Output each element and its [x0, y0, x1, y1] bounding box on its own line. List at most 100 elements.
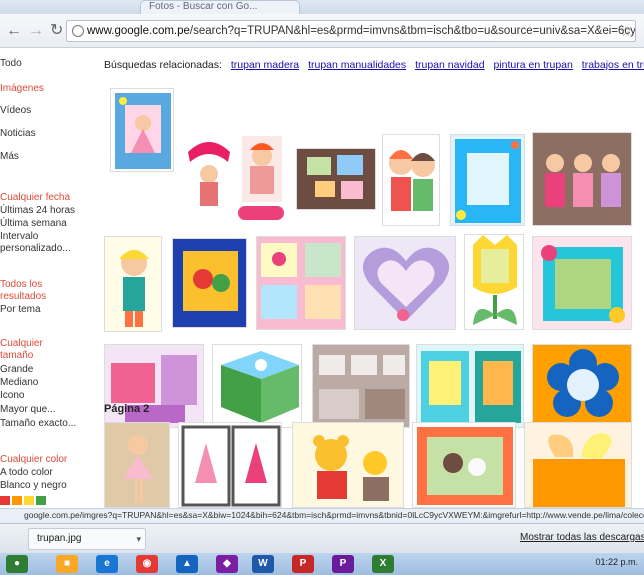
pink-dolls-image	[533, 133, 631, 225]
show-all-downloads-link[interactable]: Mostrar todas las descargas...	[520, 532, 644, 543]
filter-blanco-negro[interactable]: Blanco y negro	[0, 480, 67, 492]
animal-frames-image	[421, 351, 521, 423]
image-result[interactable]	[412, 422, 516, 508]
taskbar-clock: 01:22 p.m.	[595, 557, 638, 567]
reload-icon[interactable]: ↻	[50, 22, 63, 40]
app-icon[interactable]: ◆	[216, 555, 238, 573]
butterfly-box-image	[533, 433, 625, 507]
nav-todo[interactable]: Todo	[0, 58, 22, 70]
related-link-manualidades[interactable]: trupan manualidades	[308, 59, 406, 71]
filter-por-tema[interactable]: Por tema	[0, 304, 41, 316]
color-swatch-red[interactable]	[0, 496, 10, 505]
image-result[interactable]	[104, 236, 162, 332]
filter-resultados-heading-1[interactable]: Todos los	[0, 279, 42, 291]
related-link-trabajos[interactable]: trabajos en trupan	[582, 59, 644, 71]
folder-icon[interactable]: ■	[56, 555, 78, 573]
image-result[interactable]	[464, 234, 524, 330]
image-result[interactable]	[450, 134, 525, 226]
image-result[interactable]	[110, 88, 174, 172]
address-bar[interactable]: www.google.com.pe/search?q=TRUPAN&hl=es&…	[66, 20, 636, 42]
nav-noticias[interactable]: Noticias	[0, 128, 36, 140]
filter-color-heading[interactable]: Cualquier color	[0, 454, 67, 466]
image-result[interactable]	[296, 148, 376, 210]
color-swatches	[0, 496, 48, 508]
filter-mediano[interactable]: Mediano	[0, 377, 38, 389]
powerpoint-icon[interactable]: P	[292, 555, 314, 573]
image-result[interactable]	[104, 422, 170, 508]
filter-personalizado[interactable]: personalizado...	[0, 243, 71, 255]
filter-tamano-heading-2[interactable]: tamaño	[0, 350, 33, 362]
cat-box-image	[221, 351, 299, 423]
color-swatch-green[interactable]	[36, 496, 46, 505]
filter-tamano-exacto[interactable]: Tamaño exacto...	[0, 418, 76, 430]
ie-icon[interactable]: e	[96, 555, 118, 573]
doll-figure-image	[119, 250, 149, 327]
tulip-frame-image	[473, 235, 517, 325]
image-result[interactable]	[532, 344, 632, 428]
image-result[interactable]	[104, 344, 204, 428]
word-icon[interactable]: W	[252, 555, 274, 573]
dress-frames-image	[181, 425, 281, 507]
globe-icon	[72, 25, 84, 37]
related-searches: Búsquedas relacionadas: trupan madera tr…	[104, 59, 644, 71]
publisher-icon[interactable]: P	[332, 555, 354, 573]
pink-boxes-image	[111, 355, 197, 423]
forward-icon[interactable]: →	[28, 22, 44, 40]
filter-intervalo[interactable]: Intervalo	[0, 231, 38, 243]
filter-icono[interactable]: Icono	[0, 390, 24, 402]
download-bar: trupan.jpg ▾ Mostrar todas las descargas…	[0, 523, 644, 553]
related-label: Búsquedas relacionadas:	[104, 59, 222, 71]
image-result[interactable]	[212, 344, 302, 428]
nav-mas[interactable]: Más	[0, 151, 19, 163]
chrome-icon[interactable]: ◉	[136, 555, 158, 573]
url-host: www.google.com.pe	[87, 25, 190, 37]
page-2-heading: Página 2	[104, 403, 150, 415]
related-link-madera[interactable]: trupan madera	[231, 59, 299, 71]
download-item[interactable]: trupan.jpg ▾	[28, 528, 146, 550]
related-link-navidad[interactable]: trupan navidad	[415, 59, 484, 71]
image-result[interactable]	[532, 236, 632, 330]
image-result[interactable]	[312, 344, 410, 428]
boxes-table-image	[297, 149, 375, 209]
image-result[interactable]	[524, 422, 632, 508]
flower-frame-image	[541, 245, 625, 323]
name-plaques-image	[188, 136, 284, 220]
url-path: /search?q=TRUPAN&hl=es&prmd=imvns&tbm=is…	[189, 25, 636, 37]
download-filename: trupan.jpg	[37, 533, 82, 544]
image-result[interactable]	[416, 344, 524, 428]
status-bar-url: google.com.pe/imgres?q=TRUPAN&hl=es&sa=X…	[0, 508, 644, 523]
color-swatch-orange[interactable]	[12, 496, 22, 505]
filter-resultados-heading-2[interactable]: resultados	[0, 291, 46, 303]
image-result[interactable]	[172, 238, 247, 328]
ballerina-image	[123, 435, 153, 503]
filter-todo-color[interactable]: A todo color	[0, 467, 53, 479]
heart-frame-image	[362, 247, 450, 321]
bookmark-star-icon[interactable]: ☆	[619, 21, 632, 41]
fairy-frame-image	[115, 93, 171, 169]
image-result[interactable]	[382, 134, 440, 226]
browser-tab[interactable]: Fotos - Buscar con Go...	[140, 0, 300, 14]
winnie-pooh-image	[313, 435, 389, 501]
filter-ultima-semana[interactable]: Última semana	[0, 218, 67, 230]
chevron-down-icon[interactable]: ▾	[136, 529, 141, 549]
filter-fecha-heading[interactable]: Cualquier fecha	[0, 192, 70, 204]
color-swatch-yellow[interactable]	[24, 496, 34, 505]
image-result[interactable]	[256, 236, 346, 330]
filter-tamano-heading-1[interactable]: Cualquier	[0, 338, 43, 350]
nav-videos[interactable]: Vídeos	[0, 105, 31, 117]
image-result[interactable]	[178, 422, 282, 508]
start-icon[interactable]: ●	[6, 555, 28, 573]
back-icon[interactable]: ←	[6, 22, 22, 40]
image-result[interactable]	[184, 132, 288, 224]
network-icon[interactable]: ▲	[176, 555, 198, 573]
taskbar: ● ■ e ◉ ▲ ◆ W P P X 01:22 p.m.	[0, 553, 644, 575]
excel-icon[interactable]: X	[372, 555, 394, 573]
filter-grande[interactable]: Grande	[0, 364, 33, 376]
image-result[interactable]	[292, 422, 404, 508]
image-result[interactable]	[354, 236, 456, 330]
filter-mayor-que[interactable]: Mayor que...	[0, 404, 56, 416]
nav-imagenes[interactable]: Imágenes	[0, 83, 44, 95]
filter-24-horas[interactable]: Últimas 24 horas	[0, 205, 75, 217]
related-link-pintura[interactable]: pintura en trupan	[493, 59, 572, 71]
image-result[interactable]	[532, 132, 632, 226]
